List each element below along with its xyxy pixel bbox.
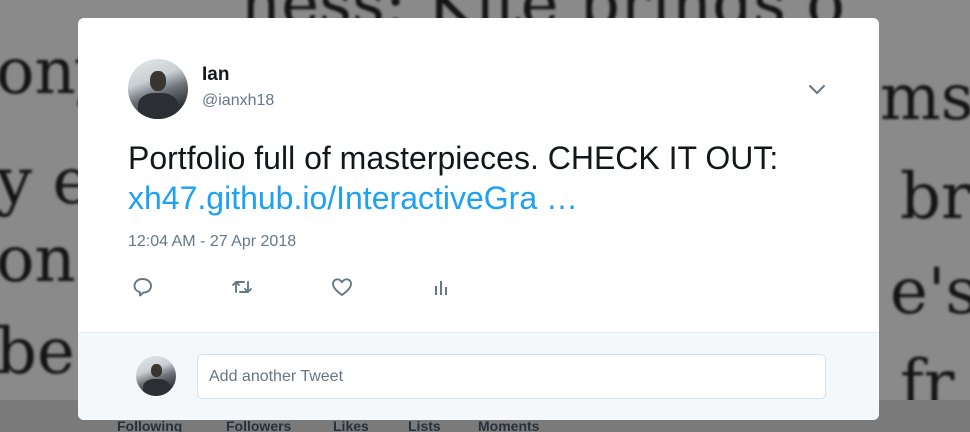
reply-icon[interactable] [131,275,155,299]
tweet-timestamp[interactable]: 12:04 AM - 27 Apr 2018 [128,233,296,251]
tweet-text: Portfolio full of masterpieces. CHECK IT… [128,138,848,218]
avatar-shoulders [143,379,170,396]
avatar-head [151,364,162,377]
chevron-down-icon[interactable] [807,79,827,99]
reply-composer [78,332,879,420]
background-text: br [900,160,970,234]
analytics-icon[interactable] [430,275,454,299]
background-text: on [0,223,76,297]
nav-likes: Likes [333,418,369,432]
heart-icon[interactable] [330,275,354,299]
background-text: e's [890,255,970,329]
tweet-card: Ian @ianxh18 Portfolio full of masterpie… [78,18,879,420]
nav-followers: Followers [226,418,292,432]
background-text: y e [0,145,91,219]
avatar [136,356,176,396]
author-handle[interactable]: @ianxh18 [202,92,274,110]
background-text: ms, [880,61,970,135]
tweet-link[interactable]: xh47.github.io/InteractiveGra … [128,178,578,218]
avatar-shoulders [138,93,178,119]
nav-moments: Moments [478,418,540,432]
retweet-icon[interactable] [230,275,254,299]
add-tweet-input[interactable] [197,354,826,399]
tweet-body: Portfolio full of masterpieces. CHECK IT… [128,140,779,176]
nav-following: Following [117,418,183,432]
avatar-head [150,71,166,91]
nav-lists: Lists [408,418,441,432]
author-name[interactable]: Ian [202,64,229,86]
avatar[interactable] [128,59,188,119]
background-text: be [0,315,75,389]
